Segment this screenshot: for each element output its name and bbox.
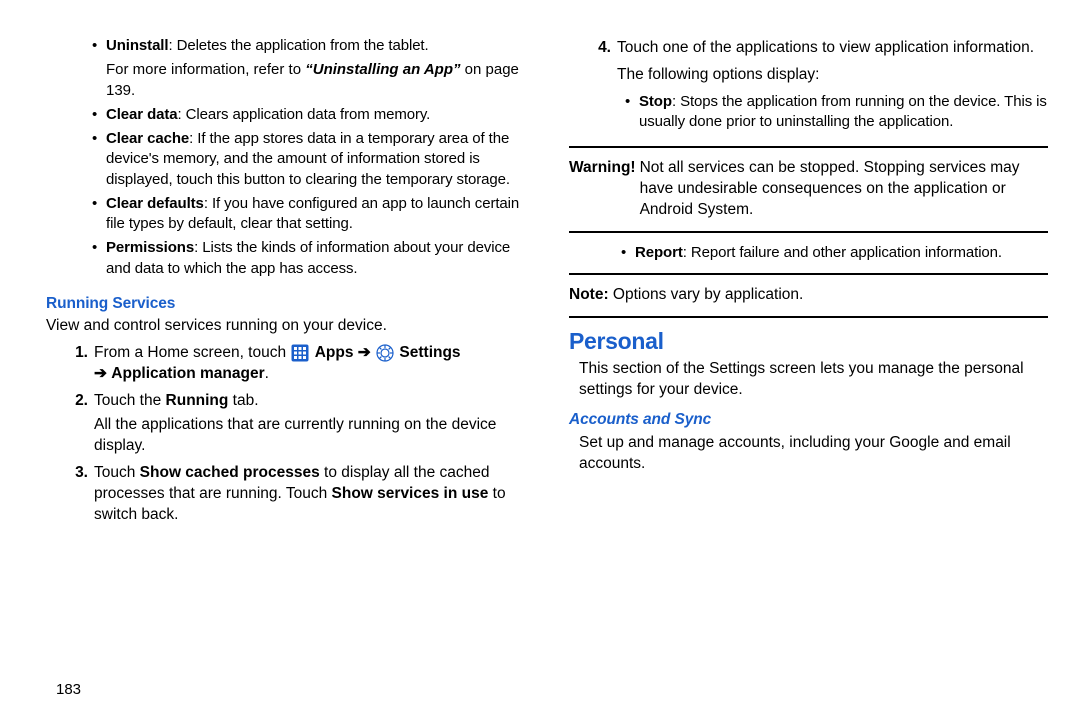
label: Clear data <box>106 106 178 123</box>
heading-personal: Personal <box>569 328 1048 355</box>
step-number: 1. <box>70 343 88 385</box>
step-sub: All the applications that are currently … <box>94 415 525 457</box>
text: : Clears application data from memory. <box>178 106 431 123</box>
text: : Stops the application from running on … <box>639 93 1047 130</box>
text: : Deletes the application from the table… <box>168 37 428 54</box>
arrow: ➔ <box>94 365 111 382</box>
heading-running-services: Running Services <box>46 295 525 313</box>
settings-icon <box>376 344 394 362</box>
inuse-label: Show services in use <box>332 485 489 502</box>
apps-label: Apps <box>315 344 354 361</box>
warning-label: Warning! <box>569 158 636 221</box>
text-a: Touch <box>94 464 140 481</box>
label: Permissions <box>106 239 194 256</box>
right-column: 4. Touch one of the applications to view… <box>569 32 1048 672</box>
divider <box>569 146 1048 148</box>
label: Clear defaults <box>106 195 204 212</box>
bullet-cleardata: Clear data: Clears application data from… <box>84 105 525 125</box>
arrow: ➔ <box>358 344 375 361</box>
running-services-intro: View and control services running on you… <box>46 316 525 337</box>
step-3: 3. Touch Show cached processes to displa… <box>70 463 525 526</box>
label: Report <box>635 244 683 261</box>
step-number: 2. <box>70 391 88 458</box>
page: Uninstall: Deletes the application from … <box>0 0 1080 672</box>
text: : Report failure and other application i… <box>683 244 1002 261</box>
step-text: Touch one of the applications to view ap… <box>617 38 1048 136</box>
warning-text: Not all services can be stopped. Stoppin… <box>640 158 1048 221</box>
step-2: 2. Touch the Running tab. All the applic… <box>70 391 525 458</box>
divider <box>569 231 1048 233</box>
text-a: Touch one of the applications to view ap… <box>617 39 1034 56</box>
bullet-permissions: Permissions: Lists the kinds of informat… <box>84 238 525 279</box>
step-sub: The following options display: <box>617 65 1048 86</box>
text-c: tab. <box>228 392 258 409</box>
running-label: Running <box>166 392 229 409</box>
label: Clear cache <box>106 130 189 147</box>
settings-label: Settings <box>399 344 460 361</box>
step-number: 4. <box>593 38 611 136</box>
text-a: For more information, refer to <box>106 61 305 78</box>
bullet-clearcache: Clear cache: If the app stores data in a… <box>84 129 525 190</box>
note-block: Note: Options vary by application. <box>569 285 1048 306</box>
note-label: Note: <box>569 286 609 303</box>
label: Stop <box>639 93 672 110</box>
warning-block: Warning! Not all services can be stopped… <box>569 158 1048 221</box>
bullet-report: Report: Report failure and other applica… <box>613 243 1048 263</box>
period: . <box>265 365 269 382</box>
step-number: 3. <box>70 463 88 526</box>
bullet-cleardefaults: Clear defaults: If you have configured a… <box>84 194 525 235</box>
note-text: Options vary by application. <box>609 286 804 303</box>
app-options-list: Uninstall: Deletes the application from … <box>84 36 525 279</box>
step-text: Touch Show cached processes to display a… <box>94 463 525 526</box>
label: Uninstall <box>106 37 168 54</box>
uninstall-moreinfo: For more information, refer to “Uninstal… <box>84 60 525 101</box>
bullet-stop: Stop: Stops the application from running… <box>617 92 1048 133</box>
reference: “Uninstalling an App” <box>305 61 460 78</box>
apps-icon <box>291 344 309 362</box>
divider <box>569 316 1048 318</box>
left-column: Uninstall: Deletes the application from … <box>46 32 525 672</box>
step-1: 1. From a Home screen, touch Apps ➔ Sett… <box>70 343 525 385</box>
bullet-uninstall: Uninstall: Deletes the application from … <box>84 36 525 56</box>
step-text: Touch the Running tab. All the applicati… <box>94 391 525 458</box>
divider <box>569 273 1048 275</box>
personal-intro: This section of the Settings screen lets… <box>579 359 1048 401</box>
step-4: 4. Touch one of the applications to view… <box>593 38 1048 136</box>
appmgr-label: Application manager <box>111 365 264 382</box>
page-number: 183 <box>56 681 81 698</box>
accounts-text: Set up and manage accounts, including yo… <box>579 433 1048 475</box>
text-a: From a Home screen, touch <box>94 344 290 361</box>
heading-accounts-sync: Accounts and Sync <box>569 411 1048 429</box>
text-a: Touch the <box>94 392 166 409</box>
cached-label: Show cached processes <box>140 464 320 481</box>
step-text: From a Home screen, touch Apps ➔ Setting… <box>94 343 525 385</box>
